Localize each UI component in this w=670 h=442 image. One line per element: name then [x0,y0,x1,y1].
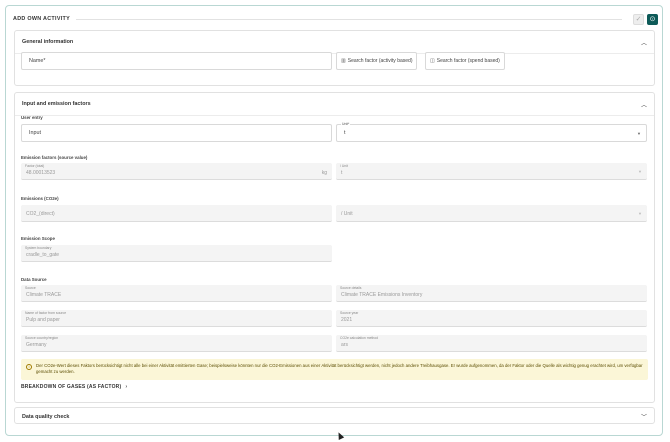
search-factor-spend-button[interactable]: ◫ Search factor (spend based) [425,52,505,70]
breakdown-label: BREAKDOWN OF GASES (AS FACTOR) [21,384,122,390]
caret-down-icon: ▼ [638,169,642,174]
info-icon: i [26,364,32,370]
co2-direct-field: CO2_(direct) [21,205,332,222]
source-country-label: Source country/region [25,336,59,340]
per-unit-label: / Unit [340,164,348,168]
chevron-right-icon: › [125,384,128,390]
save-icon: ⊙ [649,16,656,23]
factor-name-value: Pulp and paper [26,317,60,323]
factor-total-field: Factor (total) 48.00013523 kg [21,163,332,180]
section-title: Data quality check [22,413,70,420]
emissions-per-unit-select: / Unit ▼ [336,205,647,222]
calculation-method-label: CO2e calculation method [340,336,379,340]
source-details-label: Source details [340,286,362,290]
name-input[interactable]: Name* [21,52,332,70]
source-year-value: 2021 [341,317,353,323]
system-boundary-value: cradle_to_gate [26,252,60,258]
source-country-value: Germany [26,342,47,348]
source-label: Source [25,286,36,290]
source-field: Source Climate TRACE [21,285,332,302]
input-field[interactable]: Input [21,124,332,142]
factor-total-value: 48.00013523 [26,170,56,176]
emission-factors-label: Emission factors (source value) [21,155,88,160]
co2-direct-placeholder: CO2_(direct) [26,211,55,217]
search-factor-activity-button[interactable]: ▥ Search factor (activity based) [336,52,418,70]
system-boundary-field: System boundary cradle_to_gate [21,245,332,262]
section-title: Input and emission factors [22,101,91,107]
emissions-per-unit-placeholder: / Unit [341,211,353,217]
caret-down-icon: ▼ [637,131,641,136]
unit-label: Unit* [341,122,351,126]
card-divider [15,115,654,116]
input-value: Input [29,130,41,136]
gas-coverage-notice: i Der CO2e-Wert dieses Faktors berücksic… [21,359,648,380]
chevron-up-icon[interactable]: ︿ [641,100,647,109]
header-divider [76,18,622,20]
user-entry-label: User entry [21,115,43,120]
confirm-button[interactable]: ✓ [633,13,644,25]
data-quality-header[interactable]: Data quality check ﹀ [22,408,647,425]
factor-total-label: Factor (total) [25,164,45,168]
save-button[interactable]: ⊙ [647,13,658,25]
emission-scope-label: Emission Scope [21,236,55,241]
chevron-down-icon[interactable]: ﹀ [641,412,647,421]
money-icon: ◫ [430,58,435,64]
factor-per-unit-select: / Unit t ▼ [336,163,647,180]
source-country-field: Source country/region Germany [21,335,332,352]
section-title: General information [22,39,74,45]
source-details-field: Source details Climate TRACE Emissions I… [336,285,647,302]
unit-value: t [344,130,346,136]
input-emission-header[interactable]: Input and emission factors ︿ [22,93,647,115]
search-activity-label: Search factor (activity based) [347,58,413,64]
calculation-method-field: CO2e calculation method ars [336,335,647,352]
system-boundary-label: System boundary [25,246,52,250]
factor-unit: kg [321,170,327,176]
calculation-method-value: ars [341,342,348,348]
dialog-header: ADD OWN ACTIVITY ✓ ⊙ [13,11,658,27]
dialog-title: ADD OWN ACTIVITY [13,16,71,22]
notice-text: Der CO2e-Wert dieses Faktors berücksicht… [36,363,643,374]
name-placeholder: Name* [29,58,46,64]
data-source-label: Data Source [21,277,47,282]
source-value: Climate TRACE [26,292,62,298]
factor-name-field: Name of factor from source Pulp and pape… [21,310,332,327]
per-unit-value: t [341,170,343,176]
chevron-up-icon[interactable]: ︿ [641,38,647,47]
unit-select[interactable]: Unit* t ▼ [336,122,647,142]
breakdown-of-gases-link[interactable]: BREAKDOWN OF GASES (AS FACTOR) › [21,384,127,390]
source-year-field: Source year 2021 [336,310,647,327]
data-quality-card[interactable]: Data quality check ﹀ [14,407,655,424]
check-icon: ✓ [635,16,642,23]
emissions-label: Emissions (CO2e) [21,196,59,201]
factor-name-label: Name of factor from source [25,311,67,315]
source-details-value: Climate TRACE Emissions Inventory [341,292,423,298]
search-spend-label: Search factor (spend based) [436,58,500,64]
caret-down-icon: ▼ [638,211,642,216]
general-information-header[interactable]: General information ︿ [22,31,647,53]
source-year-label: Source year [340,311,359,315]
bar-chart-icon: ▥ [341,58,346,64]
